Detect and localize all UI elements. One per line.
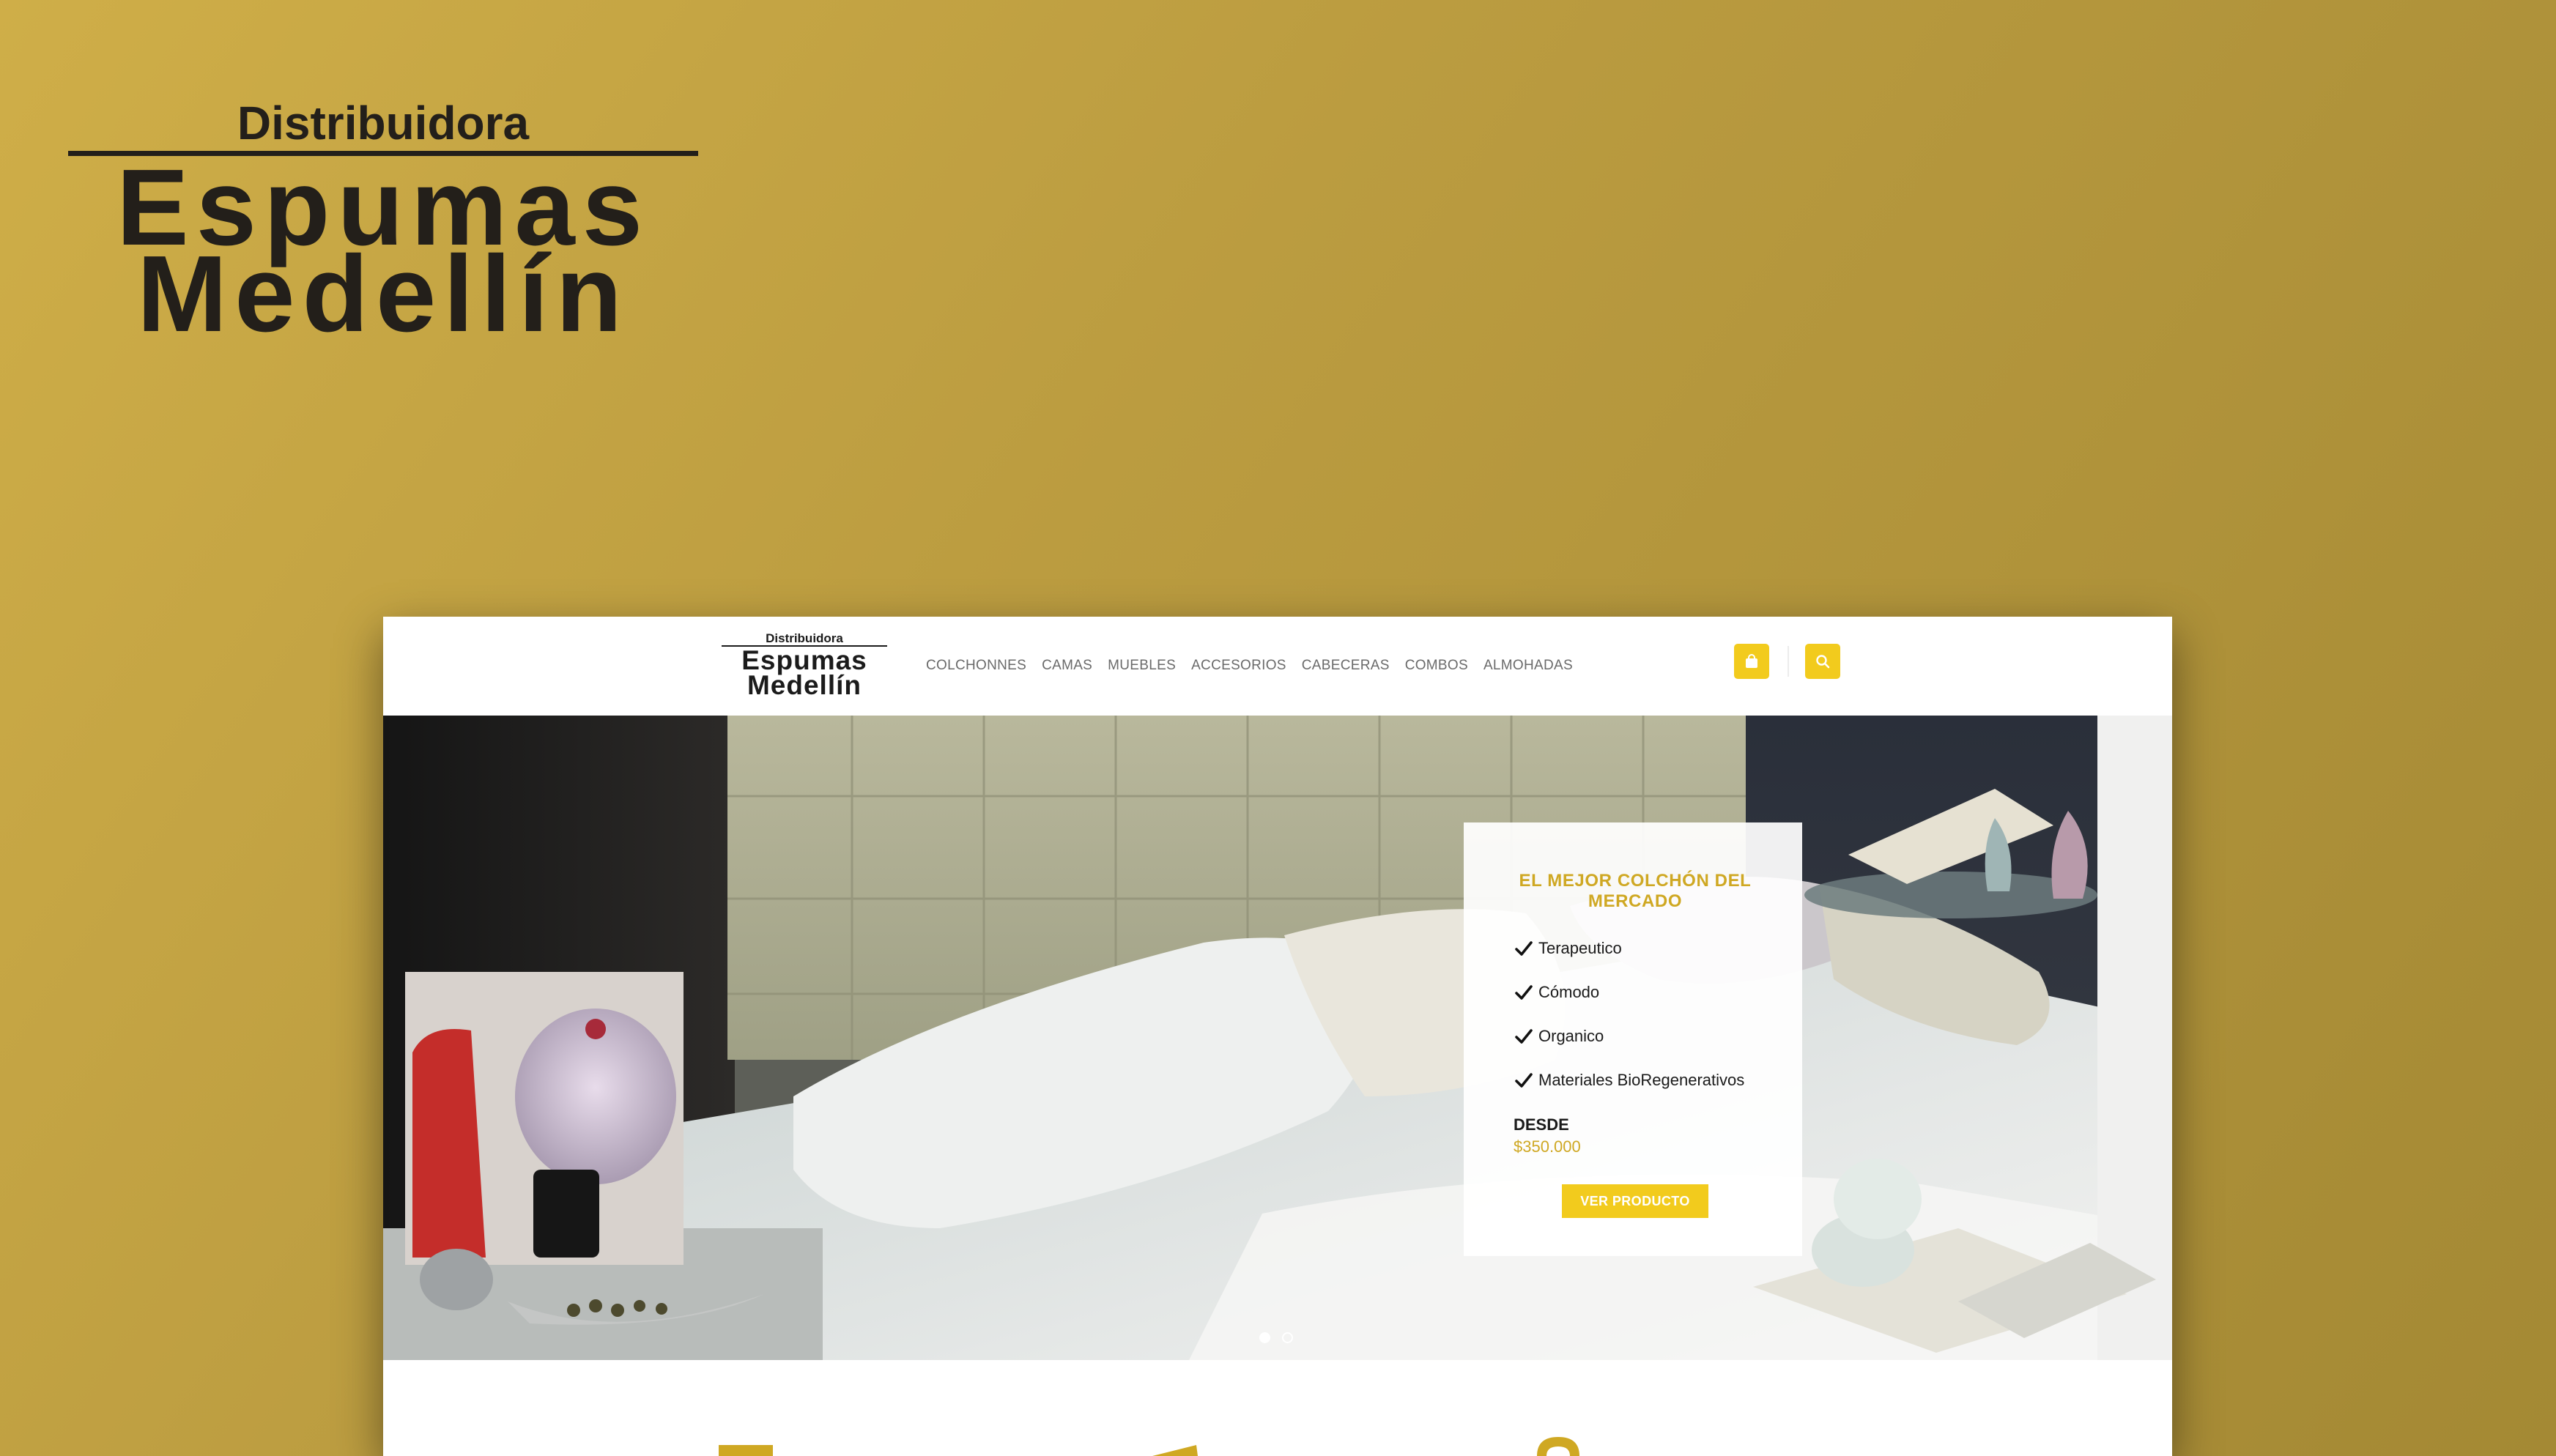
- site-header: Distribuidora Espumas Medellín COLCHONNE…: [383, 617, 2172, 716]
- brand-logo-large: Distribuidora Espumas Medellín: [68, 97, 698, 354]
- feature-label: Cómodo: [1538, 983, 1600, 1001]
- feature-item: Organico: [1514, 1014, 1757, 1058]
- shopping-bag-icon: [1746, 654, 1757, 668]
- feature-box-icon: [719, 1445, 773, 1456]
- hero-slider[interactable]: EL MEJOR COLCHÓN DEL MERCADO Terapeutico…: [383, 716, 2172, 1360]
- below-fold-section: [383, 1360, 2172, 1456]
- brand-logo-distribuidora: Distribuidora: [237, 97, 530, 149]
- feature-label: Terapeutico: [1538, 939, 1622, 957]
- main-nav: COLCHONNES CAMAS MUEBLES ACCESORIOS CABE…: [926, 653, 1573, 678]
- cart-button[interactable]: [1734, 644, 1769, 679]
- feature-item: Cómodo: [1514, 970, 1757, 1014]
- promo-card: EL MEJOR COLCHÓN DEL MERCADO Terapeutico…: [1464, 822, 1802, 1256]
- search-button[interactable]: [1805, 644, 1840, 679]
- checkmark-icon: [1515, 1073, 1533, 1088]
- nav-item-colchonnes[interactable]: COLCHONNES: [926, 653, 1026, 678]
- site-logo-espumas: Espumas: [741, 645, 867, 675]
- price-prefix: DESDE: [1514, 1115, 1569, 1134]
- nav-divider: [1788, 646, 1789, 677]
- feature-label: Organico: [1538, 1027, 1604, 1045]
- nav-item-combos[interactable]: COMBOS: [1405, 653, 1468, 678]
- site-logo-distribuidora: Distribuidora: [766, 631, 843, 645]
- nav-item-muebles[interactable]: MUEBLES: [1108, 653, 1176, 678]
- feature-item: Terapeutico: [1514, 926, 1757, 970]
- nav-item-cabeceras[interactable]: CABECERAS: [1302, 653, 1390, 678]
- slider-dot-1[interactable]: [1259, 1332, 1270, 1343]
- bedroom-photo: [383, 716, 2172, 1360]
- location-pin-icon: [1537, 1437, 1579, 1456]
- nav-item-camas[interactable]: CAMAS: [1042, 653, 1092, 678]
- promo-title: EL MEJOR COLCHÓN DEL MERCADO: [1519, 871, 1752, 911]
- brand-logo-medellin: Medellín: [136, 234, 630, 354]
- checkmark-icon: [1515, 985, 1533, 1000]
- search-icon: [1816, 655, 1830, 669]
- site-logo[interactable]: Distribuidora Espumas Medellín: [722, 631, 887, 700]
- feature-icons-row: [719, 1437, 1579, 1456]
- price-value: $350.000: [1514, 1137, 1581, 1156]
- feature-tag-icon: [1152, 1445, 1198, 1456]
- website-mockup: Distribuidora Espumas Medellín COLCHONNE…: [383, 617, 2172, 1456]
- site-logo-medellin: Medellín: [747, 670, 862, 700]
- slider-pagination: [1259, 1332, 1293, 1343]
- slider-dot-2[interactable]: [1282, 1332, 1293, 1343]
- feature-item: Materiales BioRegenerativos: [1514, 1058, 1757, 1102]
- checkmark-icon: [1515, 1029, 1533, 1044]
- nav-item-accesorios[interactable]: ACCESORIOS: [1191, 653, 1286, 678]
- nav-item-almohadas[interactable]: ALMOHADAS: [1483, 653, 1573, 678]
- feature-label: Materiales BioRegenerativos: [1538, 1071, 1745, 1089]
- view-product-button[interactable]: VER PRODUCTO: [1562, 1184, 1708, 1218]
- checkmark-icon: [1515, 941, 1533, 956]
